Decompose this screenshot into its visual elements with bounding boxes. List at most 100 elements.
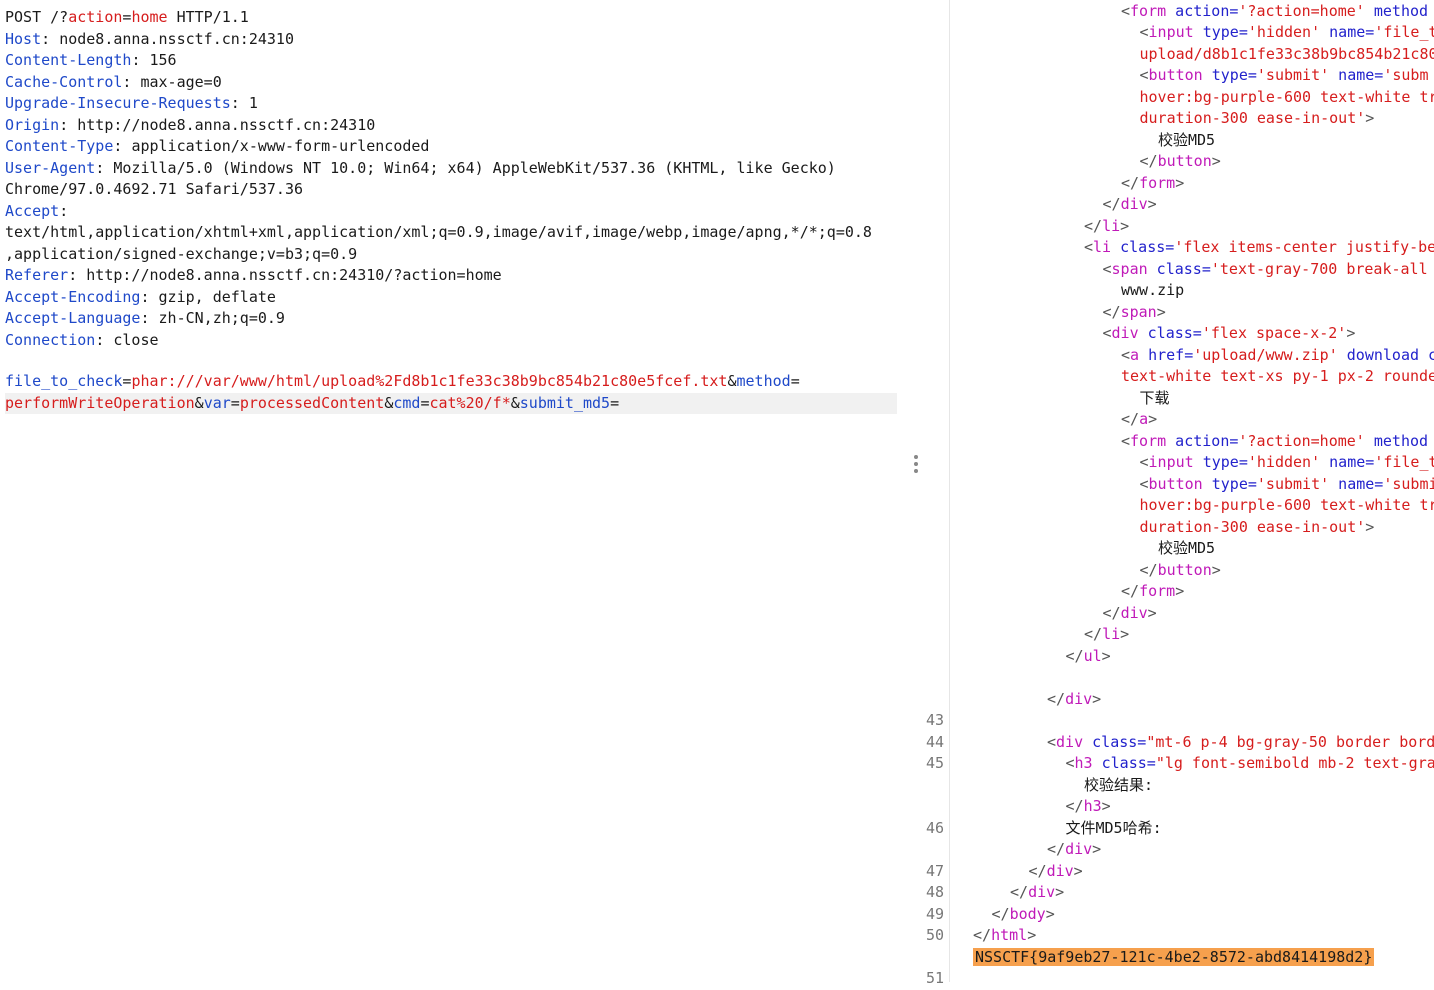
code-line: 校验MD5 — [1158, 538, 1215, 560]
code-line: </li> — [1084, 216, 1129, 238]
header-value: close — [113, 331, 158, 349]
code-token: </ — [1121, 582, 1139, 600]
line-number — [900, 216, 944, 238]
code-token: 'hidden' — [1248, 23, 1320, 41]
line-number: 50 — [900, 925, 944, 947]
code-token: 文件MD5哈希: — [1066, 819, 1162, 837]
line-number — [900, 151, 944, 173]
line-number — [900, 646, 944, 668]
line-number — [900, 65, 944, 87]
body-param-key: cmd — [393, 394, 420, 412]
line-number — [900, 237, 944, 259]
code-token: href= — [1139, 346, 1193, 364]
line-number — [900, 280, 944, 302]
body-param-key: var — [204, 394, 231, 412]
code-token: </ — [1084, 217, 1102, 235]
code-line: NSSCTF{9af9eb27-121c-4be2-8572-abd841419… — [973, 947, 1374, 969]
code-token: form — [1130, 432, 1166, 450]
code-line: www.zip — [1121, 280, 1184, 302]
header-value: zh-CN,zh;q=0.9 — [159, 309, 285, 327]
body-param-key: method — [737, 372, 791, 390]
code-token: button — [1158, 152, 1212, 170]
header-line: ,application/signed-exchange;v=b3;q=0.9 — [5, 244, 357, 266]
line-number — [900, 517, 944, 539]
header-line: Connection: close — [5, 330, 159, 352]
code-token: 'submit' — [1257, 475, 1329, 493]
flag-highlight: NSSCTF{9af9eb27-121c-4be2-8572-abd841419… — [973, 948, 1374, 966]
code-line: <form action='?action=home' method — [1121, 1, 1428, 23]
code-token: name= — [1320, 23, 1374, 41]
code-token: button — [1149, 475, 1203, 493]
code-token: < — [1084, 238, 1093, 256]
code-token: name= — [1320, 453, 1374, 471]
header-value: http://node8.anna.nssctf.cn:24310/?actio… — [86, 266, 501, 284]
header-line: Referer: http://node8.anna.nssctf.cn:243… — [5, 265, 502, 287]
body-param-key: file_to_check — [5, 372, 122, 390]
header-value: application/x-www-form-urlencoded — [131, 137, 429, 155]
code-token: </ — [1047, 840, 1065, 858]
request-body-line-1: file_to_check=phar:///var/www/html/uploa… — [5, 371, 800, 393]
code-line: <button type='submit' name='submi — [1140, 474, 1434, 496]
code-line: </div> — [1047, 839, 1101, 861]
code-token: > — [1092, 690, 1101, 708]
code-token: > — [1074, 862, 1083, 880]
code-token: < — [1140, 66, 1149, 84]
code-token: 下载 — [1140, 389, 1170, 407]
code-token: > — [1102, 647, 1111, 665]
header-value: node8.anna.nssctf.cn:24310 — [59, 30, 294, 48]
header-name: Referer — [5, 266, 68, 284]
code-token: </ — [1047, 690, 1065, 708]
code-token: < — [1140, 23, 1149, 41]
code-token: '?action=home' — [1238, 2, 1364, 20]
query-key: action — [68, 8, 122, 26]
code-line: </html> — [973, 925, 1036, 947]
code-line: </form> — [1121, 581, 1184, 603]
header-line: Host: node8.anna.nssctf.cn:24310 — [5, 29, 294, 51]
body-param-value: phar:///var/www/html/upload%2Fd8b1c1fe33… — [131, 372, 727, 390]
header-line: Cache-Control: max-age=0 — [5, 72, 222, 94]
code-token: < — [1140, 475, 1149, 493]
code-token: action= — [1166, 2, 1238, 20]
line-number — [900, 108, 944, 130]
code-token: </ — [1084, 625, 1102, 643]
line-number — [900, 474, 944, 496]
code-token: div — [1065, 840, 1092, 858]
code-token: li — [1093, 238, 1111, 256]
code-line: </div> — [1103, 194, 1157, 216]
line-number — [900, 44, 944, 66]
line-number — [900, 775, 944, 797]
code-token: > — [1120, 217, 1129, 235]
code-token: download c — [1338, 346, 1434, 364]
code-token: '?action=home' — [1238, 432, 1364, 450]
code-line: <a href='upload/www.zip' download c — [1121, 345, 1434, 367]
code-token: > — [1092, 840, 1101, 858]
line-number — [900, 560, 944, 582]
response-viewer[interactable]: <form action='?action=home' method<input… — [951, 0, 1434, 982]
code-token: li — [1102, 625, 1120, 643]
code-line: 文件MD5哈希: — [1066, 818, 1162, 840]
code-token: button — [1149, 66, 1203, 84]
code-line: <button type='submit' name='subm — [1140, 65, 1429, 87]
header-value: text/html,application/xhtml+xml,applicat… — [5, 223, 872, 241]
header-line: User-Agent: Mozilla/5.0 (Windows NT 10.0… — [5, 158, 836, 180]
line-number: 51 — [900, 968, 944, 990]
code-token: 'submi — [1383, 475, 1434, 493]
code-token: > — [1148, 195, 1157, 213]
code-token: html — [991, 926, 1027, 944]
code-line: </a> — [1121, 409, 1157, 431]
request-editor[interactable]: POST /?action=home HTTP/1.1 Host: node8.… — [0, 0, 898, 982]
code-token: duration-300 ease-in-out' — [1140, 518, 1366, 536]
code-token: class= — [1139, 324, 1202, 342]
body-param-value: processedContent — [240, 394, 385, 412]
code-token: </ — [1121, 410, 1139, 428]
code-token: form — [1130, 2, 1166, 20]
header-value: Chrome/97.0.4692.71 Safari/537.36 — [5, 180, 303, 198]
header-name: Connection — [5, 331, 95, 349]
code-token: > — [1175, 174, 1184, 192]
code-token: upload/d8b1c1fe33c38b9bc854b21c80 — [1140, 45, 1434, 63]
code-token: </ — [1010, 883, 1028, 901]
header-line: Origin: http://node8.anna.nssctf.cn:2431… — [5, 115, 375, 137]
header-line: Chrome/97.0.4692.71 Safari/537.36 — [5, 179, 303, 201]
code-token: div — [1028, 883, 1055, 901]
code-line: <h3 class="lg font-semibold mb-2 text-gr… — [1066, 753, 1434, 775]
